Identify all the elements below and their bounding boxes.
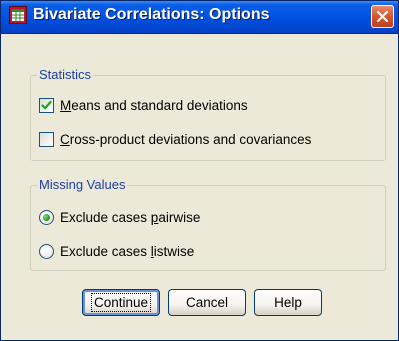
pairwise-label: Exclude cases pairwise	[60, 209, 201, 225]
means-label: Means and standard deviations	[60, 97, 248, 113]
cancel-label: Cancel	[185, 295, 229, 310]
dialog-title: Bivariate Correlations: Options	[33, 6, 270, 23]
crossproduct-option[interactable]: Cross-product deviations and covariances	[39, 130, 311, 148]
missing-values-group: Missing Values Exclude cases pairwise Ex…	[30, 177, 386, 271]
crossproduct-checkbox[interactable]	[39, 131, 54, 147]
listwise-option[interactable]: Exclude cases listwise	[39, 242, 194, 260]
means-checkbox[interactable]	[39, 97, 54, 113]
close-icon	[376, 10, 389, 23]
spss-dialog-icon	[9, 6, 27, 24]
continue-button[interactable]: Continue	[82, 289, 160, 316]
radio-selected-dot	[43, 213, 50, 221]
continue-label: Continue	[90, 293, 152, 312]
title-bar[interactable]: Bivariate Correlations: Options	[1, 1, 398, 34]
listwise-label: Exclude cases listwise	[60, 243, 195, 259]
listwise-radio[interactable]	[39, 243, 54, 259]
pairwise-radio[interactable]	[39, 209, 54, 225]
crossproduct-label: Cross-product deviations and covariances	[60, 131, 312, 147]
missing-values-legend: Missing Values	[37, 177, 128, 192]
help-label: Help	[274, 295, 302, 310]
help-button[interactable]: Help	[254, 289, 322, 316]
close-button[interactable]	[371, 5, 394, 28]
statistics-group: Statistics Means and standard deviations…	[30, 67, 386, 161]
means-option[interactable]: Means and standard deviations	[39, 96, 248, 114]
cancel-button[interactable]: Cancel	[168, 289, 246, 316]
statistics-legend: Statistics	[37, 67, 94, 82]
pairwise-option[interactable]: Exclude cases pairwise	[39, 208, 200, 226]
dialog-window: Bivariate Correlations: Options Statisti…	[0, 0, 399, 341]
checkmark-icon	[41, 100, 52, 109]
